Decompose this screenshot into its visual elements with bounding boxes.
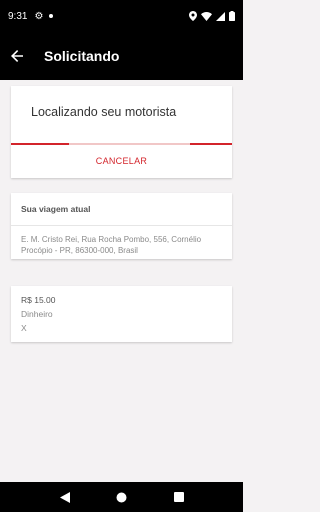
notification-dot-icon <box>49 14 54 18</box>
current-trip-header: Sua viagem atual <box>11 193 232 226</box>
trip-address: E. M. Cristo Rei, Rua Rocha Pombo, 556, … <box>21 235 202 255</box>
nav-home-button[interactable] <box>112 487 132 507</box>
progress-bar <box>11 143 232 145</box>
searching-driver-card: Localizando seu motorista CANCELAR <box>11 86 232 178</box>
page-title: Solicitando <box>44 48 120 64</box>
nav-back-button[interactable] <box>55 487 75 507</box>
payment-method: Dinheiro <box>21 309 53 319</box>
payment-extra: X <box>21 323 27 333</box>
progress-segment <box>11 143 69 145</box>
progress-segment <box>190 143 232 145</box>
location-icon <box>189 11 197 21</box>
searching-driver-text: Localizando seu motorista <box>31 105 177 119</box>
gear-icon: ⚙ <box>34 10 44 22</box>
back-triangle-icon <box>59 491 70 503</box>
arrow-back-icon <box>11 50 23 62</box>
wifi-icon <box>201 11 212 21</box>
battery-icon <box>229 11 235 21</box>
app-bar: Solicitando <box>0 32 243 80</box>
current-trip-card: Sua viagem atual E. M. Cristo Rei, Rua R… <box>11 193 232 259</box>
cancel-button[interactable]: CANCELAR <box>11 156 232 166</box>
recents-square-icon <box>173 492 184 502</box>
home-circle-icon <box>116 492 127 502</box>
signal-icon <box>216 11 225 21</box>
status-bar: 9:31 ⚙ <box>0 0 243 32</box>
system-nav-bar <box>0 482 243 512</box>
trip-price: R$ 15.00 <box>21 295 56 305</box>
nav-recents-button[interactable] <box>169 487 189 507</box>
payment-card: R$ 15.00 Dinheiro X <box>11 286 232 342</box>
status-time: 9:31 <box>8 10 28 22</box>
back-button[interactable] <box>0 32 34 80</box>
